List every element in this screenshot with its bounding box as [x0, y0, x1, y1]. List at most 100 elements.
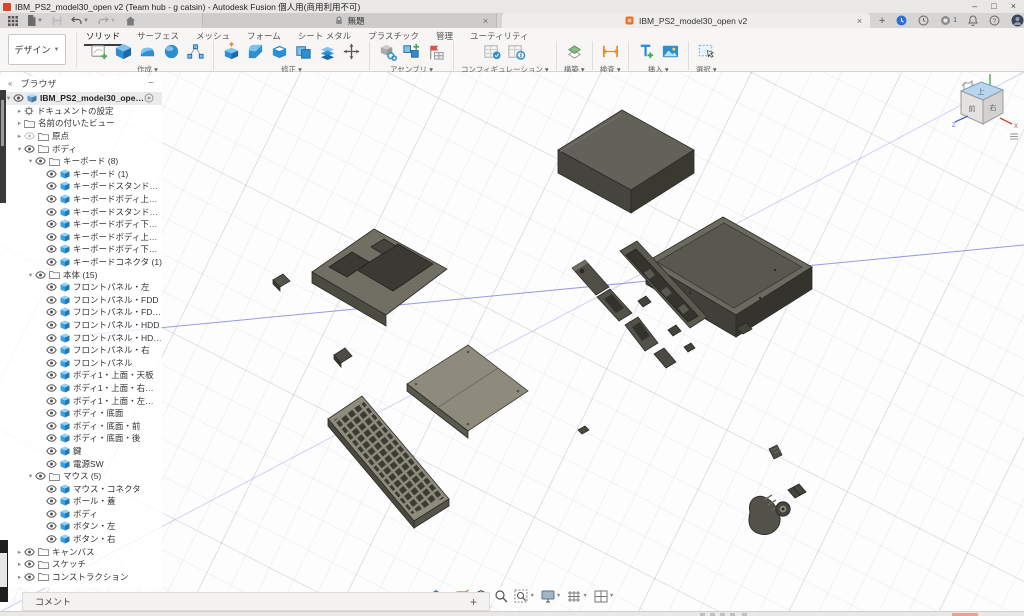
activate-component-radio[interactable]: [144, 93, 154, 103]
visibility-eye-icon[interactable]: [35, 157, 46, 165]
visibility-eye-icon[interactable]: [46, 460, 57, 468]
visibility-eye-icon[interactable]: [24, 132, 35, 140]
visibility-eye-icon[interactable]: [13, 94, 24, 102]
tree-item[interactable]: キーボードスタンド左 (1): [0, 205, 162, 218]
part-case-bottom-tray[interactable]: [646, 217, 812, 337]
tree-item[interactable]: ボディ1・上面・天板: [0, 369, 162, 382]
tree-item[interactable]: ▾ボディ: [0, 142, 162, 155]
part-fdd-eject-button[interactable]: [654, 348, 676, 368]
part-fdd-bezel[interactable]: [597, 289, 632, 321]
add-comment-button[interactable]: +: [470, 595, 477, 609]
browser-minimize-icon[interactable]: −: [148, 78, 154, 89]
part-mouse-ball-cover[interactable]: [776, 502, 790, 516]
tree-item[interactable]: ▸コンストラクション: [0, 571, 162, 584]
part-power-switch[interactable]: [578, 426, 589, 434]
tree-item[interactable]: キーボード (1): [0, 168, 162, 181]
visibility-eye-icon[interactable]: [46, 447, 57, 455]
tree-item[interactable]: フロントパネル・HDD・LED: [0, 331, 162, 344]
part-mouse-connector[interactable]: [769, 445, 782, 459]
visibility-eye-icon[interactable]: [24, 560, 35, 568]
visibility-eye-icon[interactable]: [46, 397, 57, 405]
tree-item[interactable]: ボディ・底面: [0, 407, 162, 420]
visibility-eye-icon[interactable]: [46, 522, 57, 530]
tree-item[interactable]: ボディ1・上面・右側面: [0, 382, 162, 395]
visibility-eye-icon[interactable]: [24, 573, 35, 581]
visibility-eye-icon[interactable]: [46, 510, 57, 518]
tree-item[interactable]: フロントパネル・右: [0, 344, 162, 357]
visibility-eye-icon[interactable]: [46, 233, 57, 241]
tree-item[interactable]: ボディ: [0, 508, 162, 521]
visibility-eye-icon[interactable]: [46, 384, 57, 392]
tree-item[interactable]: フロントパネル・FDD: [0, 294, 162, 307]
tree-item[interactable]: ボタン・右: [0, 533, 162, 546]
tree-item[interactable]: ▾マウス (5): [0, 470, 162, 483]
chevron-right-icon[interactable]: ▸: [15, 573, 24, 581]
visibility-eye-icon[interactable]: [46, 245, 57, 253]
tree-item[interactable]: キーボードボディ上面・分割右: [0, 193, 162, 206]
tree-item[interactable]: ボディ1・上面・左側面: [0, 394, 162, 407]
visibility-eye-icon[interactable]: [24, 548, 35, 556]
visibility-eye-icon[interactable]: [46, 321, 57, 329]
tree-item[interactable]: マウス・コネクタ: [0, 482, 162, 495]
chevron-down-icon[interactable]: ▾: [15, 145, 24, 153]
tree-item[interactable]: ボタン・左: [0, 520, 162, 533]
tree-item[interactable]: キーボードスタンド右 (1): [0, 180, 162, 193]
tree-item[interactable]: ボール・蓋: [0, 495, 162, 508]
chevron-right-icon[interactable]: ▸: [15, 132, 24, 140]
part-small-clip-3[interactable]: [684, 343, 695, 352]
tree-item[interactable]: ▾キーボード (8): [0, 155, 162, 168]
visibility-eye-icon[interactable]: [46, 296, 57, 304]
part-small-clip-2[interactable]: [668, 325, 681, 336]
part-hdd-bezel[interactable]: [625, 317, 658, 351]
chevron-down-icon[interactable]: ▾: [26, 157, 35, 165]
visibility-eye-icon[interactable]: [46, 220, 57, 228]
tree-item[interactable]: ▸スケッチ: [0, 558, 162, 571]
visibility-eye-icon[interactable]: [46, 182, 57, 190]
viewports-button[interactable]: ▼: [592, 589, 616, 604]
tree-item[interactable]: ▸原点: [0, 130, 162, 143]
chevron-down-icon[interactable]: ▾: [26, 472, 35, 480]
visibility-eye-icon[interactable]: [46, 195, 57, 203]
chevron-right-icon[interactable]: ▸: [15, 548, 24, 556]
tree-item[interactable]: フロントパネル・HDD: [0, 319, 162, 332]
visibility-eye-icon[interactable]: [46, 434, 57, 442]
visibility-eye-icon[interactable]: [46, 170, 57, 178]
comment-bar[interactable]: コメント +: [22, 592, 490, 611]
visibility-eye-icon[interactable]: [46, 371, 57, 379]
tree-item[interactable]: 鍵: [0, 445, 162, 458]
grid-and-snaps-button[interactable]: ▼: [565, 589, 589, 604]
visibility-eye-icon[interactable]: [46, 359, 57, 367]
view-cube[interactable]: 上 前 右 Z X: [948, 72, 1024, 144]
part-small-block-1[interactable]: [273, 274, 290, 291]
tree-item[interactable]: ボディ・底面・後: [0, 432, 162, 445]
tree-item[interactable]: ▸名前の付いたビュー: [0, 117, 162, 130]
tree-item[interactable]: キーボードボディ上面・分割左: [0, 231, 162, 244]
part-keyboard[interactable]: [328, 396, 449, 528]
visibility-eye-icon[interactable]: [46, 497, 57, 505]
view-cube-body[interactable]: 上 前 右: [961, 82, 1003, 124]
part-small-block-2[interactable]: [334, 348, 352, 367]
tree-item[interactable]: 電源SW: [0, 457, 162, 470]
chevron-right-icon[interactable]: ▸: [15, 560, 24, 568]
browser-collapse-icon[interactable]: «: [8, 79, 12, 88]
visibility-eye-icon[interactable]: [35, 271, 46, 279]
part-small-clip-1[interactable]: [638, 296, 651, 307]
visibility-eye-icon[interactable]: [46, 485, 57, 493]
visibility-eye-icon[interactable]: [35, 472, 46, 480]
part-case-top-cover[interactable]: [558, 110, 694, 213]
tree-item[interactable]: ボディ・底面・前: [0, 419, 162, 432]
tree-item[interactable]: フロントパネル: [0, 356, 162, 369]
tree-item[interactable]: キーボードコネクタ (1): [0, 256, 162, 269]
tree-item[interactable]: ▾本体 (15): [0, 268, 162, 281]
visibility-eye-icon[interactable]: [46, 422, 57, 430]
tree-item[interactable]: ▸キャンバス: [0, 545, 162, 558]
visibility-eye-icon[interactable]: [24, 145, 35, 153]
tree-item[interactable]: ▾IBM_PS2_model30_open v2: [0, 92, 162, 105]
part-mouse-buttons[interactable]: [788, 484, 806, 498]
chevron-right-icon[interactable]: ▸: [15, 107, 24, 115]
visibility-eye-icon[interactable]: [46, 283, 57, 291]
visibility-eye-icon[interactable]: [46, 346, 57, 354]
visibility-eye-icon[interactable]: [46, 258, 57, 266]
chevron-right-icon[interactable]: ▸: [15, 119, 24, 127]
zoom-button[interactable]: [492, 588, 510, 604]
